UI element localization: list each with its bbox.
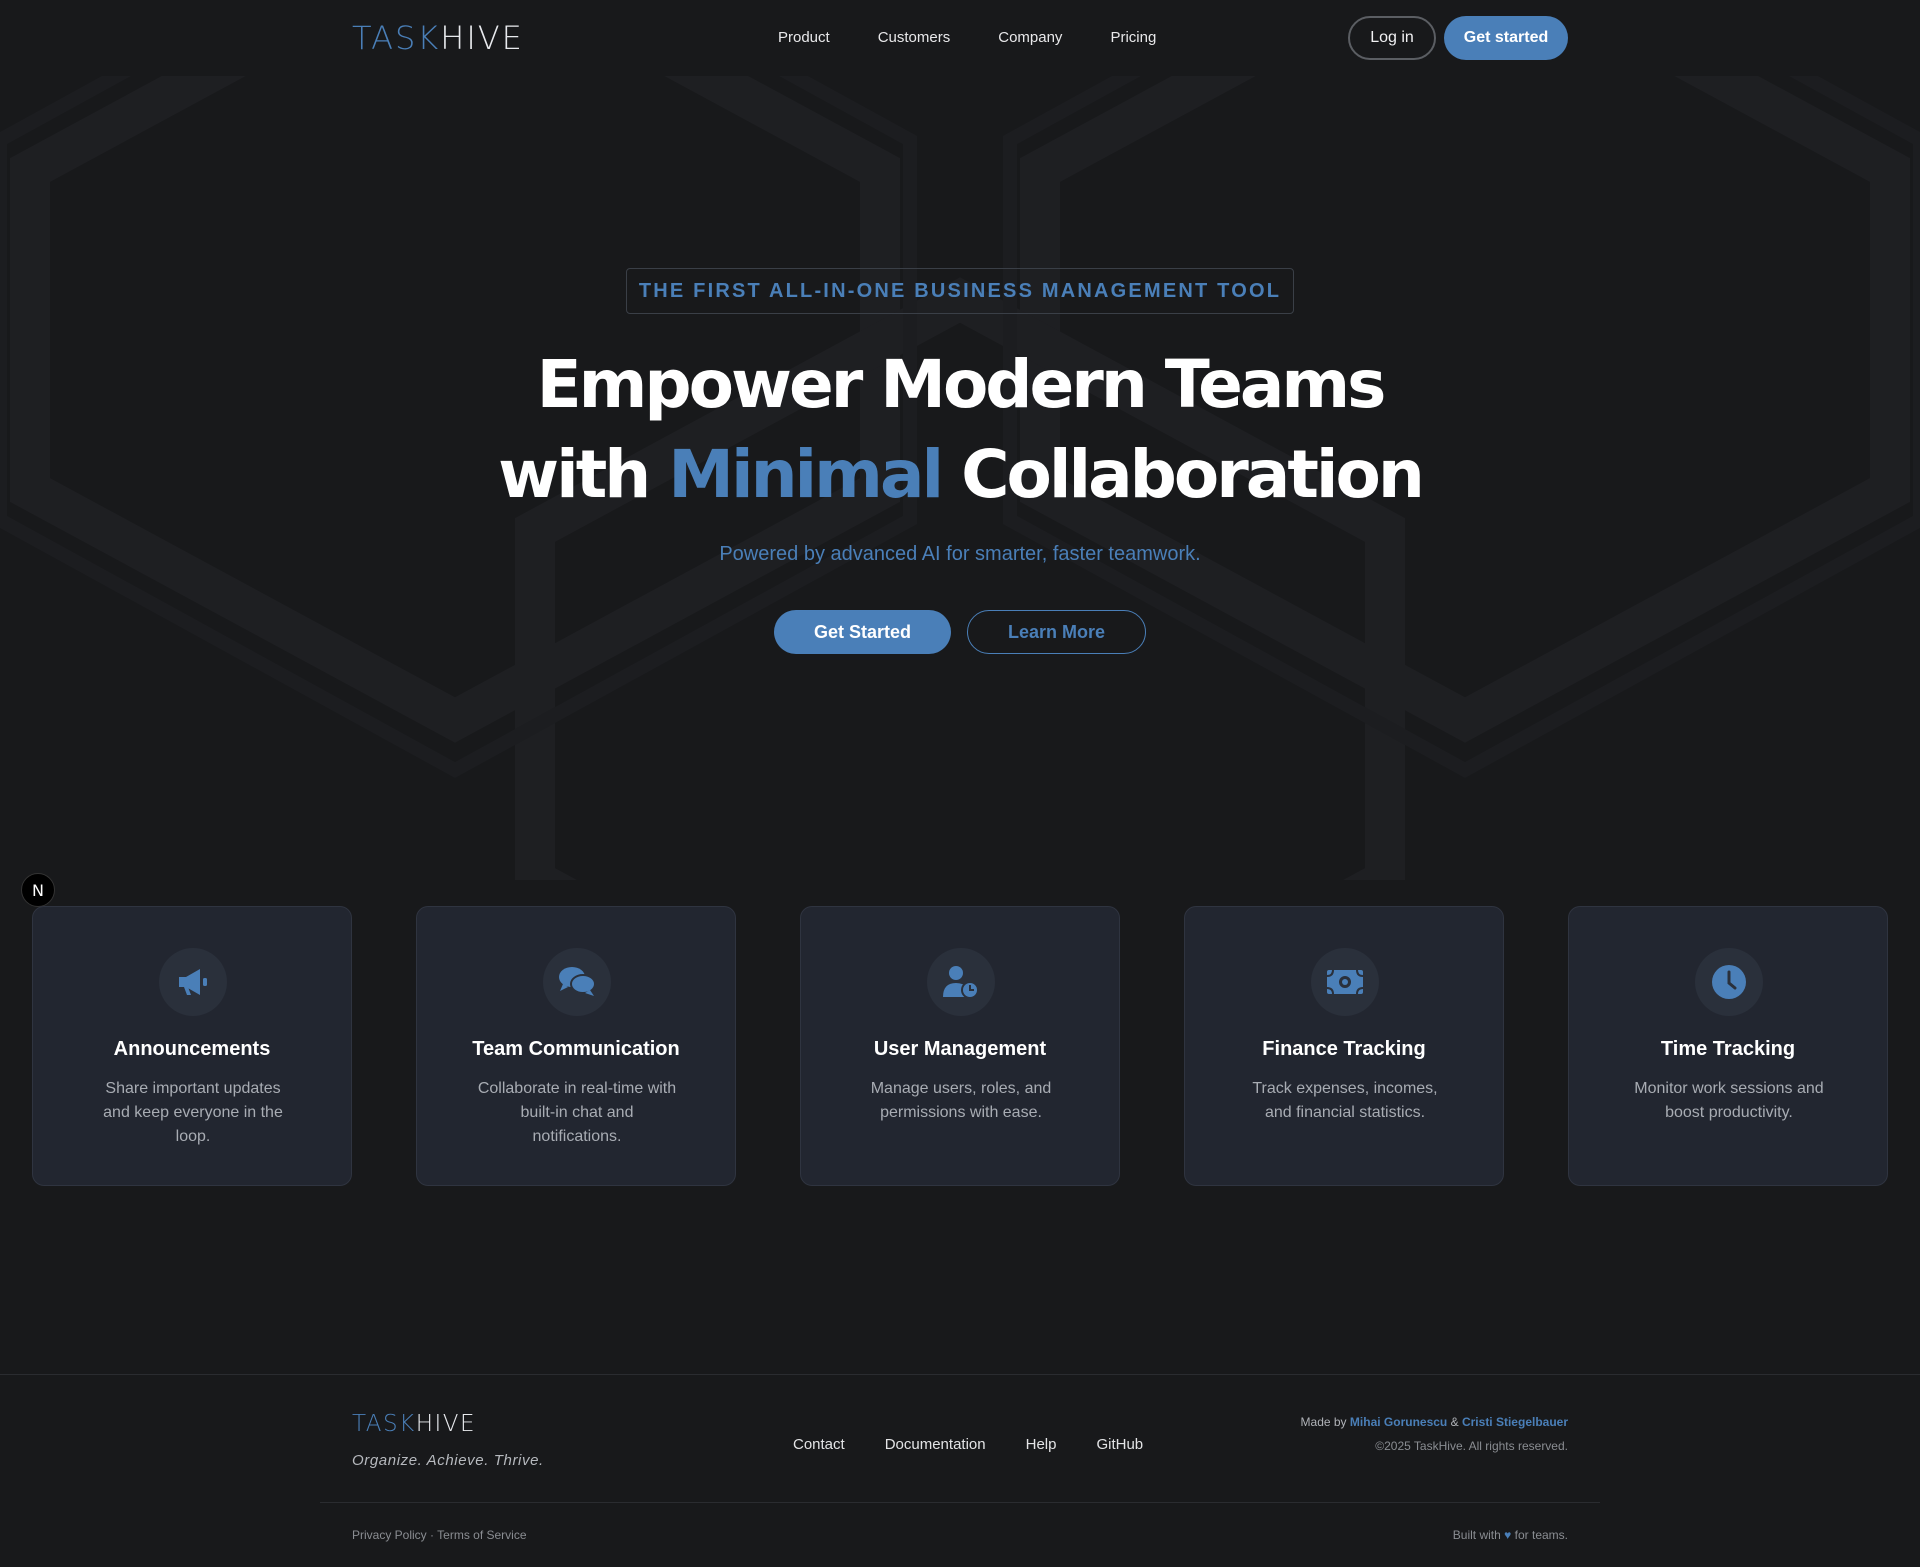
feature-title-finance-tracking: Finance Tracking	[1262, 1038, 1426, 1060]
privacy-policy-link[interactable]: Privacy Policy	[352, 1528, 427, 1542]
feature-card-user-management: User Management Manage users, roles, and…	[800, 906, 1120, 1186]
feature-title-team-communication: Team Communication	[472, 1038, 680, 1060]
clock-icon	[1712, 965, 1746, 999]
legal-links: Privacy Policy · Terms of Service	[352, 1528, 527, 1542]
login-button[interactable]: Log in	[1348, 16, 1436, 60]
author-link-2[interactable]: Cristi Stiegelbauer	[1462, 1415, 1568, 1429]
user-management-icon-circle	[927, 948, 995, 1016]
built-with-suffix: for teams.	[1514, 1528, 1568, 1542]
hero-learn-more-button[interactable]: Learn More	[967, 610, 1146, 654]
footer-border	[0, 1374, 1920, 1375]
top-header: TASKHIVE Product Customers Company Prici…	[0, 0, 1920, 76]
user-clock-icon	[943, 966, 979, 999]
nextjs-dev-badge[interactable]: N	[21, 873, 55, 907]
footer-link-help[interactable]: Help	[1026, 1436, 1057, 1453]
feature-desc-user-management: Manage users, roles, and permissions wit…	[870, 1080, 1052, 1121]
footer-link-github[interactable]: GitHub	[1096, 1436, 1143, 1453]
feature-desc-finance-tracking: Track expenses, incomes, and financial s…	[1252, 1080, 1438, 1121]
footer-link-documentation[interactable]: Documentation	[885, 1436, 986, 1453]
announcements-icon-circle	[159, 948, 227, 1016]
nav-item-company[interactable]: Company	[998, 28, 1062, 48]
ampersand: &	[1450, 1415, 1459, 1429]
feature-desc-time-tracking: Monitor work sessions and boost producti…	[1634, 1080, 1824, 1121]
header-logo[interactable]: TASKHIVE	[352, 20, 524, 56]
hero-headline: Empower Modern Teams with Minimal Collab…	[0, 340, 1920, 520]
logo-part-task: TASK	[352, 19, 441, 57]
feature-title-user-management: User Management	[873, 1038, 1047, 1060]
headline-line-2-start: with	[498, 436, 669, 513]
time-tracking-icon-circle	[1695, 948, 1763, 1016]
hero-subtitle: Powered by advanced AI for smarter, fast…	[719, 543, 1201, 565]
built-with-text: Built with ♥ for teams.	[1453, 1528, 1568, 1542]
hero-tagline: THE FIRST ALL-IN-ONE BUSINESS MANAGEMENT…	[626, 268, 1294, 314]
footer-credits: Made by Mihai Gorunescu & Cristi Stiegel…	[1301, 1415, 1568, 1429]
feature-desc-announcements: Share important updates and keep everyon…	[103, 1080, 283, 1145]
made-by-label: Made by	[1300, 1415, 1347, 1429]
feature-card-time-tracking: Time Tracking Monitor work sessions and …	[1568, 906, 1888, 1186]
headline-accent-word: Minimal	[668, 436, 944, 513]
feature-card-team-communication: Team Communication Collaborate in real-t…	[416, 906, 736, 1186]
nav-item-pricing[interactable]: Pricing	[1110, 28, 1156, 48]
logo-part-hive: HIVE	[440, 19, 524, 57]
header-get-started-button[interactable]: Get started	[1444, 16, 1568, 60]
hero-get-started-button[interactable]: Get Started	[774, 610, 951, 654]
feature-title-time-tracking: Time Tracking	[1660, 1038, 1796, 1060]
headline-line-1: Empower Modern Teams	[536, 346, 1387, 423]
nav-item-product[interactable]: Product	[778, 28, 830, 48]
feature-card-finance-tracking: Finance Tracking Track expenses, incomes…	[1184, 906, 1504, 1186]
money-bill-icon	[1326, 969, 1364, 995]
footer-slogan: Organize. Achieve. Thrive.	[352, 1452, 544, 1469]
footer-logo-part-task: TASK	[352, 1411, 416, 1437]
footer-logo[interactable]: TASKHIVE	[352, 1411, 476, 1437]
footer-logo-part-hive: HIVE	[415, 1411, 477, 1437]
copyright-text: ©2025 TaskHive. All rights reserved.	[1375, 1439, 1568, 1453]
footer-link-contact[interactable]: Contact	[793, 1436, 845, 1453]
chat-bubbles-icon	[559, 967, 596, 996]
terms-of-service-link[interactable]: Terms of Service	[437, 1528, 526, 1542]
nav-item-customers[interactable]: Customers	[878, 28, 951, 48]
main-nav: Product Customers Company Pricing	[778, 28, 1204, 48]
feature-desc-team-communication: Collaborate in real-time with built-in c…	[477, 1080, 677, 1145]
built-with-prefix: Built with	[1452, 1528, 1501, 1542]
footer-divider	[320, 1502, 1600, 1503]
feature-title-announcements: Announcements	[113, 1038, 271, 1060]
finance-tracking-icon-circle	[1311, 948, 1379, 1016]
megaphone-icon	[179, 969, 207, 995]
feature-card-announcements: Announcements Share important updates an…	[32, 906, 352, 1186]
headline-line-2: with Minimal Collaboration	[0, 430, 1920, 520]
team-communication-icon-circle	[543, 948, 611, 1016]
headline-line-2-end: Collaboration	[941, 436, 1425, 513]
heart-icon: ♥	[1504, 1528, 1512, 1542]
footer-nav: Contact Documentation Help GitHub	[793, 1436, 1183, 1453]
author-link-1[interactable]: Mihai Gorunescu	[1350, 1415, 1447, 1429]
legal-separator: ·	[430, 1528, 435, 1542]
